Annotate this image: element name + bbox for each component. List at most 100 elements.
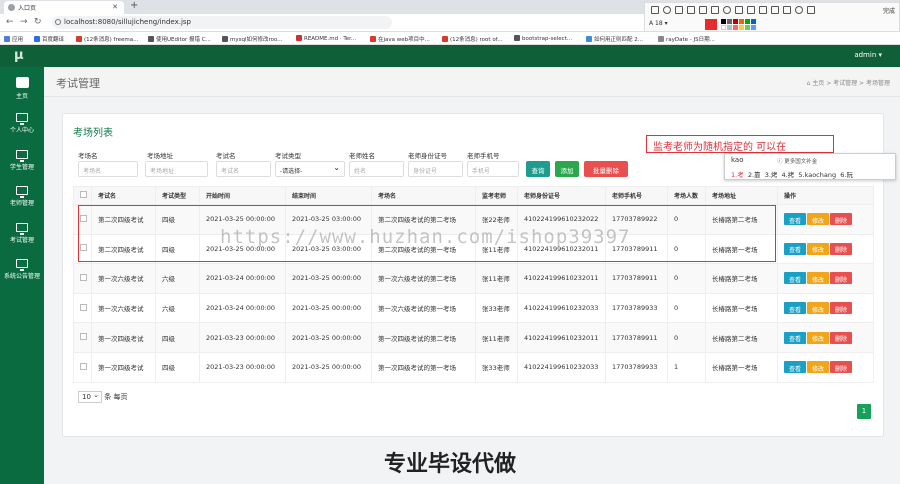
view-button[interactable]: 查看 — [784, 272, 806, 285]
delete-button[interactable]: 删除 — [830, 302, 852, 315]
delete-button[interactable]: 删除 — [830, 272, 852, 285]
color-swatch[interactable] — [751, 19, 756, 24]
row-checkbox[interactable] — [80, 303, 87, 311]
reload-icon[interactable]: ↻ — [34, 17, 42, 27]
row-select-cell[interactable] — [73, 322, 92, 353]
edit-button[interactable]: 修改 — [807, 361, 829, 374]
back-icon[interactable]: ← — [6, 17, 14, 27]
color-swatch[interactable] — [739, 19, 744, 24]
pin-icon[interactable] — [759, 6, 767, 14]
row-select-cell[interactable] — [73, 292, 92, 324]
bookmark-item[interactable]: bootstrap-select... — [514, 35, 572, 42]
browser-tab[interactable]: 入口页 ✕ — [4, 1, 124, 14]
exam-room-address-input[interactable]: 考场地址 — [145, 161, 208, 177]
number-tool-icon[interactable] — [723, 6, 731, 14]
highlighter-tool-icon[interactable] — [699, 6, 707, 14]
batch-delete-button[interactable]: 批量删除 — [584, 161, 628, 177]
exam-name-input[interactable]: 考试名 — [216, 161, 271, 177]
save-icon[interactable] — [771, 6, 779, 14]
edit-button[interactable]: 修改 — [807, 242, 829, 255]
delete-button[interactable]: 删除 — [830, 331, 852, 344]
sidebar-item-students[interactable]: 学生管理 — [0, 146, 44, 182]
undo-icon[interactable] — [747, 6, 755, 14]
edit-button[interactable]: 修改 — [807, 213, 829, 226]
ime-candidate[interactable]: 4.拷 — [782, 171, 795, 179]
color-swatch[interactable] — [733, 25, 738, 30]
ime-candidate[interactable]: 6.阮 — [840, 171, 853, 179]
bookmark-item[interactable]: 如何用正则匹配 2... — [586, 35, 643, 43]
row-checkbox[interactable] — [80, 273, 87, 281]
teacher-name-input[interactable]: 姓名 — [349, 161, 404, 177]
search-button[interactable]: 查询 — [526, 161, 550, 177]
current-page-button[interactable]: 1 — [857, 404, 871, 419]
bookmark-item[interactable]: 使用UEditor 报错 C... — [148, 35, 211, 43]
settings-icon[interactable] — [795, 6, 803, 14]
sidebar-item-profile[interactable]: 个人中心 — [0, 109, 44, 145]
color-swatch[interactable] — [745, 19, 750, 24]
view-button[interactable]: 查看 — [784, 302, 806, 315]
bookmark-item[interactable]: 应用 — [4, 35, 23, 43]
view-button[interactable]: 查看 — [784, 361, 806, 374]
color-swatch[interactable] — [727, 25, 732, 30]
delete-button[interactable]: 删除 — [830, 213, 852, 226]
color-swatch[interactable] — [727, 19, 732, 24]
breadcrumb[interactable]: ⌂ 主页 > 考试管理 > 考场管理 — [807, 78, 890, 87]
done-button[interactable]: 完成 — [883, 6, 895, 15]
bookmark-item[interactable]: (12条消息) root of... — [442, 35, 502, 43]
color-swatch[interactable] — [721, 25, 726, 30]
new-tab-icon[interactable]: + — [130, 0, 138, 11]
ime-candidate[interactable]: 2.靠 — [748, 171, 761, 179]
bookmark-item[interactable]: (12条消息) freema... — [76, 35, 138, 43]
copy-icon[interactable] — [783, 6, 791, 14]
text-tool-icon[interactable] — [711, 6, 719, 14]
color-swatch[interactable] — [751, 25, 756, 30]
delete-button[interactable]: 删除 — [830, 242, 852, 255]
sidebar-item-announcements[interactable]: 系统公告管理 — [0, 255, 44, 291]
view-button[interactable]: 查看 — [784, 242, 806, 255]
bookmark-item[interactable]: 在java web项目中... — [370, 35, 430, 43]
exam-type-select[interactable]: -请选择- — [275, 161, 345, 177]
sidebar-item-exams[interactable]: 考试管理 — [0, 219, 44, 255]
user-menu[interactable]: admin ▾ — [854, 51, 882, 59]
ime-hint[interactable]: ⓘ 更多国文补金 — [777, 157, 817, 165]
current-color-swatch[interactable] — [705, 19, 717, 30]
edit-button[interactable]: 修改 — [807, 272, 829, 285]
rectangle-tool-icon[interactable] — [651, 6, 659, 14]
circle-tool-icon[interactable] — [663, 6, 671, 14]
color-swatch[interactable] — [733, 19, 738, 24]
sidebar-item-teachers[interactable]: 老师管理 — [0, 182, 44, 218]
row-checkbox[interactable] — [80, 333, 87, 341]
view-button[interactable]: 查看 — [784, 331, 806, 344]
delete-button[interactable]: 删除 — [830, 361, 852, 374]
bookmark-item[interactable]: 百度翻译 — [34, 35, 64, 43]
font-size-select[interactable]: A 18 ▾ — [649, 20, 668, 27]
close-icon[interactable] — [807, 6, 815, 14]
pen-tool-icon[interactable] — [687, 6, 695, 14]
color-swatch[interactable] — [739, 25, 744, 30]
color-swatch[interactable] — [745, 25, 750, 30]
ime-candidate[interactable]: 1.考 — [731, 171, 744, 179]
color-swatch[interactable] — [721, 19, 726, 24]
forward-icon[interactable]: → — [20, 17, 28, 27]
page-size-select[interactable]: 10 — [78, 391, 102, 403]
exam-room-name-input[interactable]: 考场名 — [78, 161, 138, 177]
mosaic-tool-icon[interactable] — [735, 6, 743, 14]
arrow-tool-icon[interactable] — [675, 6, 683, 14]
row-select-cell[interactable] — [73, 263, 92, 294]
bookmark-item[interactable]: README.md · Ter... — [296, 35, 356, 42]
row-select-cell[interactable] — [73, 351, 92, 383]
add-button[interactable]: 添加 — [555, 161, 579, 177]
url-input[interactable]: localhost:8080/sillujicheng/index.jsp — [52, 16, 392, 29]
bookmark-item[interactable]: mysql如何修改roo... — [222, 35, 283, 43]
tab-close-icon[interactable]: ✕ — [112, 3, 118, 11]
edit-button[interactable]: 修改 — [807, 302, 829, 315]
edit-button[interactable]: 修改 — [807, 331, 829, 344]
view-button[interactable]: 查看 — [784, 213, 806, 226]
bookmark-item[interactable]: rayDate - JS日期... — [658, 35, 715, 43]
select-all-checkbox[interactable] — [80, 191, 87, 198]
ime-candidate[interactable]: 3.烤 — [765, 171, 778, 179]
ime-candidate[interactable]: 5.kaochang — [798, 171, 836, 179]
select-all-cell[interactable] — [73, 186, 92, 205]
row-checkbox[interactable] — [80, 362, 87, 370]
sidebar-item-home[interactable]: 主页 — [0, 73, 44, 109]
